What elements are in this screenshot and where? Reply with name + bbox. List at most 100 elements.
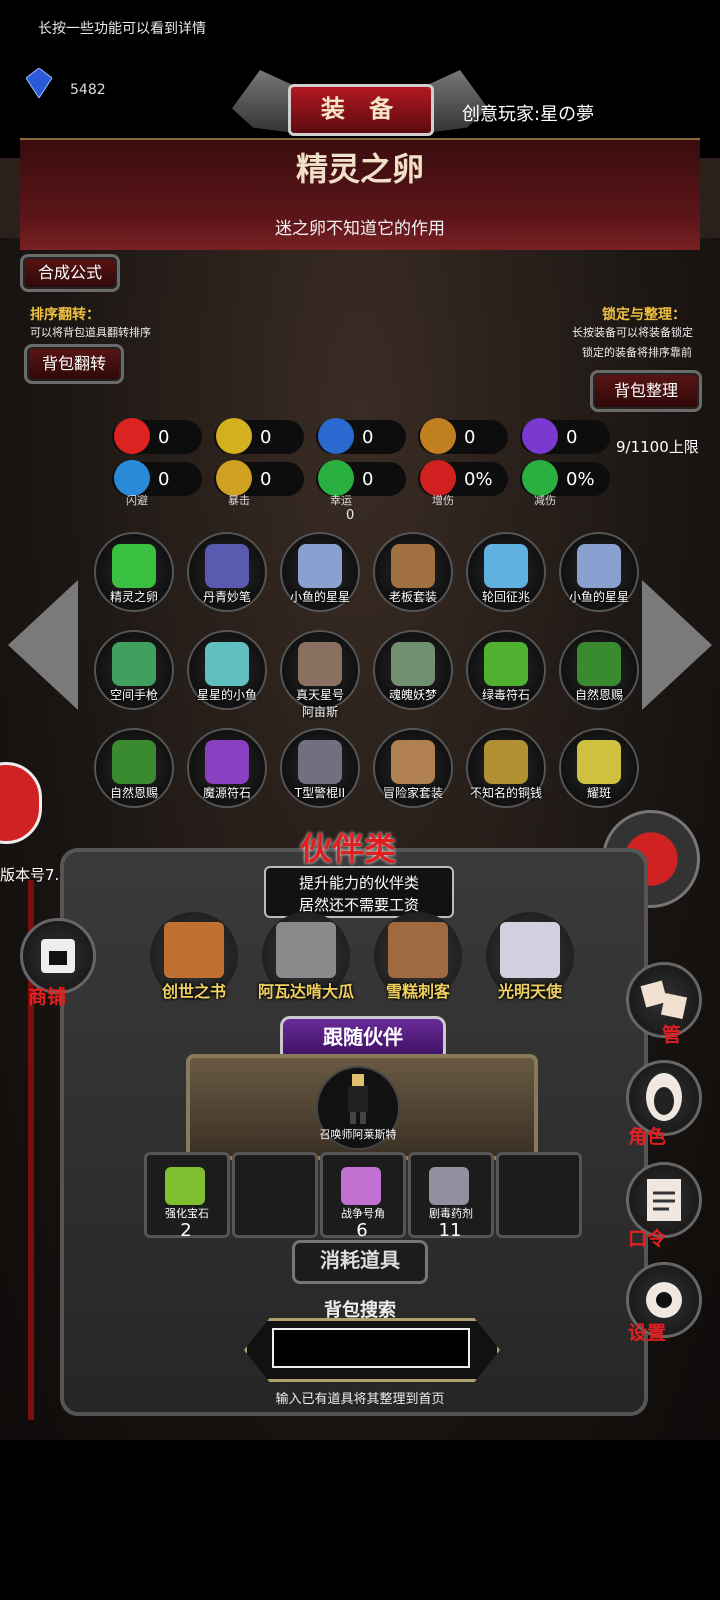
companion-image — [164, 922, 224, 978]
inventory-slot[interactable]: 冒险家套装 — [373, 728, 453, 808]
companion-slot[interactable]: 创世之书 — [150, 912, 238, 1001]
item-image — [298, 740, 342, 784]
companion-image — [388, 922, 448, 978]
item-name: 自然恩赐 — [109, 786, 158, 800]
item-image — [391, 544, 435, 588]
stat-crit: 0 暴击 — [214, 460, 304, 507]
compose-formula-button[interactable]: 合成公式 — [20, 254, 120, 292]
companion-name: 阿瓦达啃大瓜 — [257, 982, 354, 1001]
stat-damage-up: 0% 增伤 — [418, 460, 508, 507]
bag-organize-button[interactable]: 背包整理 — [590, 370, 702, 412]
bag-search-input[interactable] — [272, 1328, 470, 1368]
companion-name: 光明天使 — [497, 982, 562, 1001]
selected-item-desc: 迷之卵不知道它的作用 — [275, 219, 445, 239]
item-name: 小鱼的星星 — [568, 590, 629, 604]
crit-icon — [216, 460, 252, 496]
partner-category-desc: 提升能力的伙伴类 居然还不需要工资 — [264, 866, 454, 918]
item-name: 耀斑 — [586, 786, 611, 800]
inventory-slot[interactable]: 魔源符石 — [187, 728, 267, 808]
item-name: 绿毒符石 — [481, 688, 530, 702]
partner-category-title: 伙伴类 — [300, 830, 397, 868]
inventory-slot[interactable]: 自然恩赐 — [559, 630, 639, 710]
stat-value: 0 — [158, 469, 170, 490]
companion-name: 雪糕刺客 — [385, 982, 450, 1001]
consumable-slot[interactable] — [232, 1152, 318, 1238]
item-image — [298, 642, 342, 686]
consumable-slot[interactable] — [496, 1152, 582, 1238]
stat-value: 0 — [362, 469, 374, 490]
item-name: 精灵之卵 — [109, 590, 158, 604]
stat-label: 暴击 — [228, 494, 250, 507]
stat-dodge: 0 闪避 — [112, 460, 202, 507]
stat-boot: 0 — [316, 418, 406, 454]
search-hint: 输入已有道具将其整理到首页 — [275, 1392, 445, 1407]
armor-icon — [216, 418, 252, 454]
follower-slot[interactable]: 召唤师阿莱斯特 — [316, 1066, 400, 1150]
companion-slot[interactable]: 雪糕刺客 — [374, 912, 462, 1001]
stat-value: 0 — [464, 427, 476, 448]
stat-value: 0% — [464, 469, 493, 490]
consumable-image — [165, 1167, 205, 1205]
lock-sort-title: 锁定与整理： — [602, 307, 686, 323]
inventory-slot[interactable]: T型警棍II — [280, 728, 360, 808]
stat-label: 闪避 — [126, 494, 148, 507]
consumable-name: 战争号角 — [341, 1207, 385, 1220]
item-name: 不知名的铜钱 — [469, 786, 542, 800]
inventory-slot[interactable]: 轮回征兆 — [466, 532, 546, 612]
item-image — [205, 642, 249, 686]
stat-sword: 0 — [418, 418, 508, 454]
stat-shield: 0% 减伤 — [520, 460, 610, 507]
companion-slot[interactable]: 阿瓦达啃大瓜 — [258, 912, 354, 1001]
inventory-slot[interactable]: 丹青妙笔 — [187, 532, 267, 612]
stat-label: 减伤 — [534, 494, 556, 507]
inventory-slot[interactable]: 耀斑 — [559, 728, 639, 808]
inventory-slot[interactable]: 自然恩赐 — [94, 728, 174, 808]
consumable-image — [341, 1167, 381, 1205]
item-name: 星星的小鱼 — [196, 688, 257, 702]
damage-up-icon — [420, 460, 456, 496]
companion-name: 创世之书 — [161, 982, 226, 1001]
selected-item-name: 精灵之卵 — [295, 150, 424, 188]
consumable-count: 6 — [356, 1220, 368, 1241]
item-name: 老板套装 — [388, 590, 437, 604]
inventory-slot[interactable]: 真天星号 阿亩斯 — [280, 630, 360, 719]
gem-count: 5482 — [70, 82, 106, 98]
stat-value: 0 — [362, 427, 374, 448]
stat-label: 幸运 — [330, 494, 352, 507]
follower-name: 召唤师阿莱斯特 — [319, 1128, 397, 1141]
companion-slot[interactable]: 光明天使 — [486, 912, 574, 1001]
equipment-banner: 装 备 — [288, 84, 434, 136]
inventory-slot[interactable]: 小鱼的星星 — [559, 532, 639, 612]
settings-label: 设置 — [628, 1322, 667, 1344]
item-name: T型警棍II — [294, 786, 346, 800]
bag-flip-button[interactable]: 背包翻转 — [24, 344, 124, 384]
inventory-slot[interactable]: 小鱼的星星 — [280, 532, 360, 612]
consumables-title: 消耗道具 — [292, 1240, 428, 1284]
item-image — [484, 740, 528, 784]
sort-flip-desc: 可以将背包道具翻转排序 — [30, 326, 151, 339]
inventory-slot[interactable]: 魂魄妖梦 — [373, 630, 453, 710]
item-name: 轮回征兆 — [481, 590, 530, 604]
companion-image — [500, 922, 560, 978]
inventory-slot[interactable]: 空间手枪 — [94, 630, 174, 710]
stat-armor: 0 — [214, 418, 304, 454]
manage-label: 管 — [662, 1024, 682, 1046]
item-image — [112, 740, 156, 784]
shield-icon — [522, 460, 558, 496]
inventory-slot[interactable]: 绿毒符石 — [466, 630, 546, 710]
item-name: 小鱼的星星 — [289, 590, 350, 604]
inventory-slot[interactable]: 不知名的铜钱 — [466, 728, 546, 808]
inventory-slot[interactable]: 精灵之卵 — [94, 532, 174, 612]
item-image — [112, 642, 156, 686]
stat-lightning: 0 — [520, 418, 610, 454]
lock-sort-desc-2: 锁定的装备将排序靠前 — [582, 346, 692, 359]
player-name: 创意玩家:星の夢 — [462, 104, 595, 125]
item-name: 冒险家套装 — [382, 786, 443, 800]
item-image — [577, 544, 621, 588]
partner-desc-line-1: 提升能力的伙伴类 — [298, 874, 419, 892]
item-name: 空间手枪 — [109, 688, 158, 702]
item-image — [298, 544, 342, 588]
inventory-slot[interactable]: 老板套装 — [373, 532, 453, 612]
sword-icon — [420, 418, 456, 454]
inventory-slot[interactable]: 星星的小鱼 — [187, 630, 267, 710]
